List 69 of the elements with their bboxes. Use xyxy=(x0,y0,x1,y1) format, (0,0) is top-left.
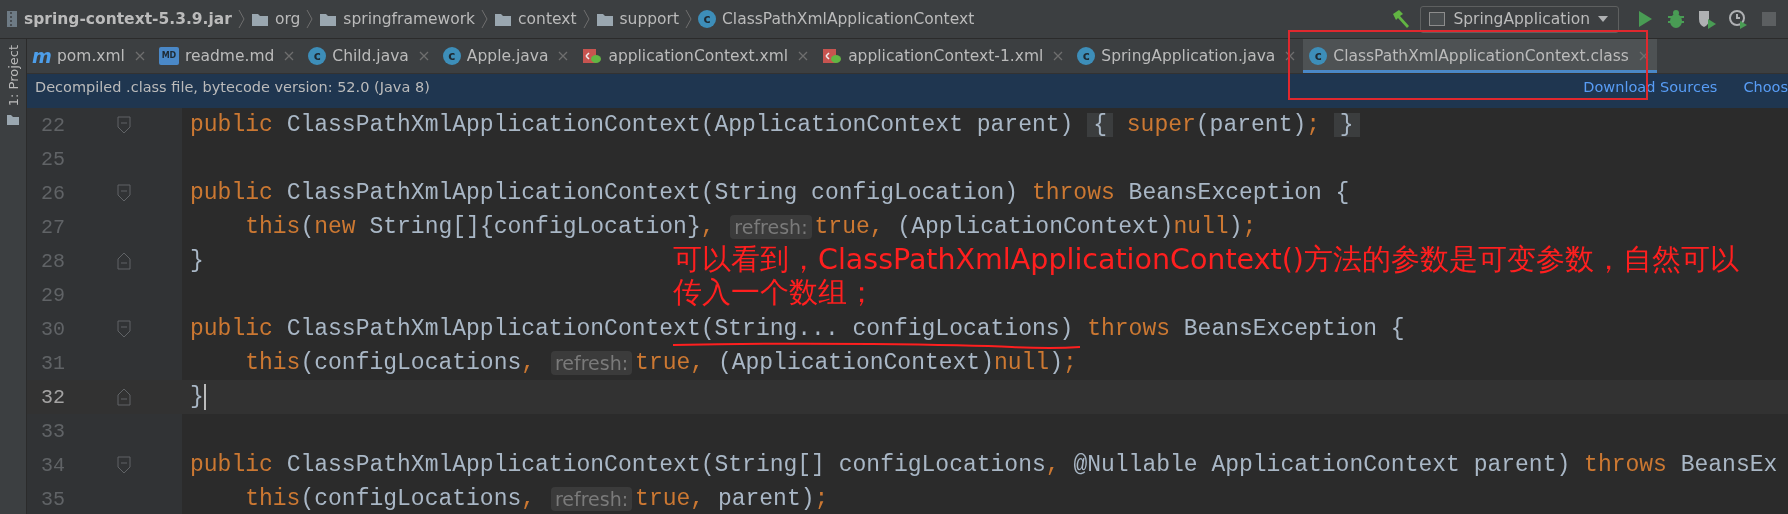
code-line: this(configLocations, refresh: true, parent); xyxy=(244,487,829,511)
code-line: this(new String[]{configLocation}, refresh: true, (ApplicationContext)null); xyxy=(244,215,1257,239)
close-icon[interactable] xyxy=(558,51,569,61)
class-icon: c xyxy=(308,47,327,65)
markdown-icon: MD xyxy=(158,47,179,65)
close-icon[interactable] xyxy=(1285,51,1296,61)
editor-tab[interactable]: c Apple.java xyxy=(436,39,577,73)
code-line: this(configLocations, refresh: true, (ApplicationContext)null); xyxy=(244,351,1077,375)
close-icon[interactable] xyxy=(1053,51,1064,61)
line-number: 32 xyxy=(40,385,65,409)
xml-file-icon xyxy=(822,47,843,65)
xml-file-icon xyxy=(582,47,603,65)
window-icon xyxy=(1429,12,1446,26)
breadcrumb-item[interactable]: ClassPathXmlApplicationContext xyxy=(722,10,975,28)
code-line: public ClassPathXmlApplicationContext(String configLocation) throws BeansException { xyxy=(189,181,1350,205)
folder-icon xyxy=(595,11,614,27)
banner-message: Decompiled .class file, bytecode version: 52.0 (Java 8) xyxy=(35,79,431,95)
chevron-icon xyxy=(582,9,590,29)
code-line: public ClassPathXmlApplicationContext(String[] configLocations, @Nullable ApplicationContext parent) throws BeansEx xyxy=(189,453,1778,477)
class-icon: c xyxy=(1077,47,1096,65)
chevron-icon xyxy=(481,9,489,29)
annotation-text: 可以看到，ClassPathXmlApplicationContext()方法的参数是可变参数，自然可以 传入一个数组； xyxy=(673,243,1739,309)
editor-tab[interactable]: applicationContext-1.xml xyxy=(816,39,1072,73)
close-icon[interactable] xyxy=(134,51,145,61)
close-icon[interactable] xyxy=(418,51,429,61)
parameter-hint: refresh: xyxy=(730,215,812,239)
chevron-icon xyxy=(237,9,245,29)
editor-tab[interactable]: c SpringApplication.java xyxy=(1071,39,1304,73)
fold-marker-icon[interactable] xyxy=(117,116,131,134)
breadcrumb-item[interactable]: context xyxy=(518,10,577,28)
banner-link[interactable]: Choos xyxy=(1743,79,1788,95)
fold-marker-icon[interactable] xyxy=(117,252,131,270)
text-caret xyxy=(203,384,206,410)
code-line: public ClassPathXmlApplicationContext(String... configLocations) throws BeansException { xyxy=(189,317,1405,341)
chevron-icon xyxy=(306,9,314,29)
class-icon: c xyxy=(442,47,461,65)
caret-icon xyxy=(1598,16,1608,22)
parameter-hint: refresh: xyxy=(550,487,633,511)
breadcrumb-item[interactable]: springframework xyxy=(343,10,476,28)
close-icon[interactable] xyxy=(1638,51,1649,61)
parameter-hint: refresh: xyxy=(550,351,633,375)
editor-tab[interactable]: applicationContext.xml xyxy=(576,39,817,73)
breadcrumb-item[interactable]: spring-context-5.3.9.jar xyxy=(24,10,232,28)
fold-marker-icon[interactable] xyxy=(117,320,131,338)
close-icon[interactable] xyxy=(798,51,809,61)
folder-icon xyxy=(319,11,338,27)
folder-icon xyxy=(494,11,513,27)
editor-tab[interactable]: m pom.xml xyxy=(27,39,153,73)
fold-marker-icon[interactable] xyxy=(117,388,131,406)
chevron-icon xyxy=(685,9,693,29)
project-panel-tab[interactable]: 1: Project xyxy=(5,43,21,109)
folder-icon[interactable] xyxy=(6,114,20,127)
code-line: public ClassPathXmlApplicationContext(ApplicationContext parent) { super(parent); } xyxy=(182,113,1360,137)
code-line: } xyxy=(189,384,206,410)
breadcrumb-item[interactable]: support xyxy=(619,10,680,28)
archive-icon xyxy=(6,10,18,28)
fold-marker-icon[interactable] xyxy=(117,184,131,202)
code-line: } xyxy=(189,249,204,273)
folder-icon xyxy=(250,11,269,27)
class-icon: c xyxy=(698,10,717,28)
run-configuration-dropdown[interactable]: SpringApplication xyxy=(1420,5,1619,33)
maven-icon: m xyxy=(33,47,51,65)
editor-tab[interactable]: c Child.java xyxy=(302,39,437,73)
editor-tab[interactable]: MD readme.md xyxy=(152,39,303,73)
class-icon: c xyxy=(1309,47,1328,65)
editor-tab[interactable]: c ClassPathXmlApplicationContext.class xyxy=(1303,39,1657,73)
breadcrumb-item[interactable]: org xyxy=(274,10,301,28)
fold-marker-icon[interactable] xyxy=(117,456,131,474)
close-icon[interactable] xyxy=(284,51,295,61)
